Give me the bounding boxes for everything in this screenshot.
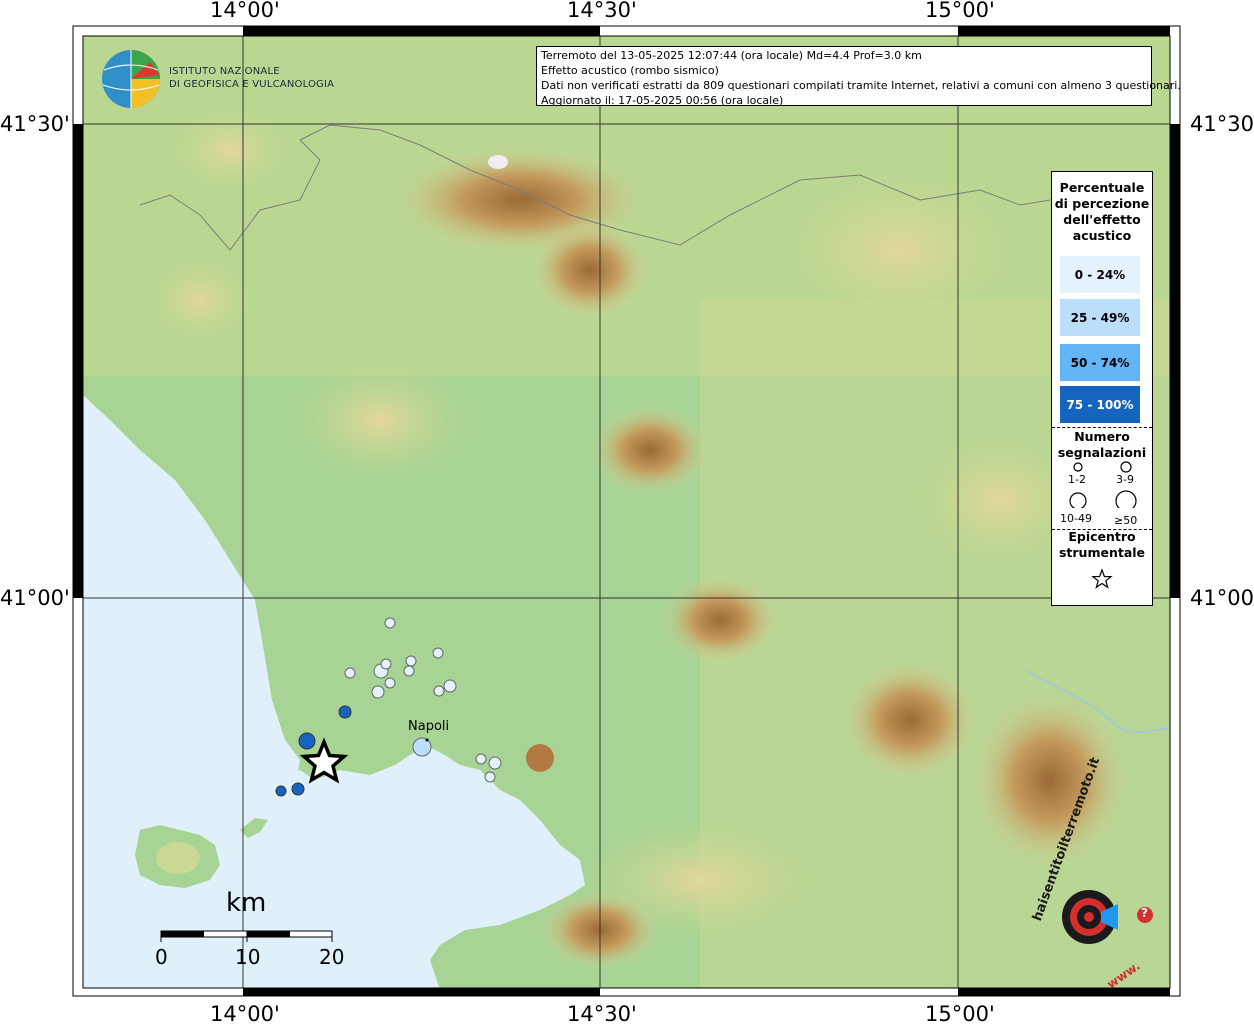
legend-epicenter-title: Epicentro strumentale — [1052, 529, 1152, 561]
survey-point[interactable] — [298, 732, 316, 750]
coord-top-1500: 15°00' — [925, 0, 995, 22]
legend-title-line: acustico — [1072, 228, 1132, 243]
survey-point[interactable] — [484, 771, 496, 783]
survey-point[interactable] — [405, 655, 417, 667]
survey-point[interactable] — [371, 685, 385, 699]
ingv-globe-icon — [102, 50, 160, 108]
info-line-effect: Effetto acustico (rombo sismico) — [541, 64, 719, 77]
legend-class-0-24: 0 - 24% — [1060, 256, 1140, 293]
legend-star-icon — [1091, 568, 1113, 589]
legend-count-label: 1-2 — [1068, 473, 1086, 486]
legend-class-50-74: 50 - 74% — [1060, 344, 1140, 381]
info-line-updated: Aggiornato il: 17-05-2025 00:56 (ora loc… — [541, 94, 784, 107]
legend-epicenter-title-line: strumentale — [1058, 545, 1146, 560]
survey-point[interactable] — [338, 705, 352, 719]
legend-class-label: 25 - 49% — [1070, 310, 1130, 325]
legend-class-label: 50 - 74% — [1070, 355, 1130, 370]
scale-label-10: 10 — [235, 945, 261, 969]
survey-point[interactable] — [403, 665, 415, 677]
coord-bottom-1500: 15°00' — [925, 1002, 995, 1026]
survey-point[interactable] — [275, 785, 287, 797]
earthquake-info-box: Terremoto del 13-05-2025 12:07:44 (ora l… — [536, 46, 1181, 107]
legend-title-line: Percentuale — [1059, 180, 1145, 195]
survey-point[interactable] — [433, 685, 445, 697]
survey-point[interactable] — [443, 679, 457, 693]
survey-point[interactable] — [488, 756, 502, 770]
ingv-logo-text: ISTITUTO NAZIONALE DI GEOFISICA E VULCAN… — [169, 65, 334, 91]
info-line-event: Terremoto del 13-05-2025 12:07:44 (ora l… — [541, 49, 922, 62]
legend-count-label: 3-9 — [1116, 473, 1134, 486]
survey-point[interactable] — [384, 677, 396, 689]
coord-right-4130: 41°30' — [1190, 112, 1254, 136]
coord-bottom-1400: 14°00' — [210, 1002, 280, 1026]
coord-right-4100: 41°00' — [1190, 586, 1254, 610]
coord-left-4130: 41°30' — [0, 112, 70, 136]
legend-class-25-49: 25 - 49% — [1060, 299, 1140, 336]
survey-point[interactable] — [344, 667, 356, 679]
scale-label-0: 0 — [155, 945, 168, 969]
survey-point[interactable] — [291, 782, 305, 796]
city-label-napoli: Napoli — [408, 719, 450, 734]
survey-point[interactable] — [384, 617, 396, 629]
survey-point[interactable] — [432, 647, 444, 659]
survey-point[interactable] — [475, 753, 487, 765]
ingv-name-line2: DI GEOFISICA E VULCANOLOGIA — [169, 79, 335, 90]
legend-title: Percentuale di percezione dell'effetto a… — [1052, 180, 1152, 244]
survey-point[interactable] — [380, 658, 392, 670]
legend-title-line: dell'effetto — [1063, 212, 1141, 227]
coord-left-4100: 41°00' — [0, 586, 70, 610]
coord-top-1400: 14°00' — [210, 0, 280, 22]
legend-separator — [1052, 427, 1152, 428]
legend-class-label: 0 - 24% — [1074, 267, 1126, 282]
legend-count-label: 10-49 — [1060, 512, 1092, 525]
legend-title-line: di percezione — [1054, 196, 1150, 211]
legend: Percentuale di percezione dell'effetto a… — [1051, 171, 1153, 606]
coord-bottom-1430: 14°30' — [567, 1002, 637, 1026]
coord-top-1430: 14°30' — [567, 0, 637, 22]
legend-count-title: Numero segnalazioni — [1052, 429, 1152, 461]
haisentito-question-text: ? — [1141, 906, 1148, 920]
scale-unit-label: km — [226, 888, 267, 918]
legend-count-label: ≥50 — [1114, 514, 1138, 527]
ingv-name-line1: ISTITUTO NAZIONALE — [169, 66, 280, 77]
legend-class-75-100: 75 - 100% — [1060, 386, 1140, 423]
legend-class-label: 75 - 100% — [1066, 397, 1134, 412]
legend-count-title-line: Numero — [1074, 429, 1130, 444]
legend-epicenter-title-line: Epicentro — [1068, 529, 1136, 544]
info-line-source: Dati non verificati estratti da 809 ques… — [541, 79, 1181, 92]
scale-label-20: 20 — [319, 945, 345, 969]
